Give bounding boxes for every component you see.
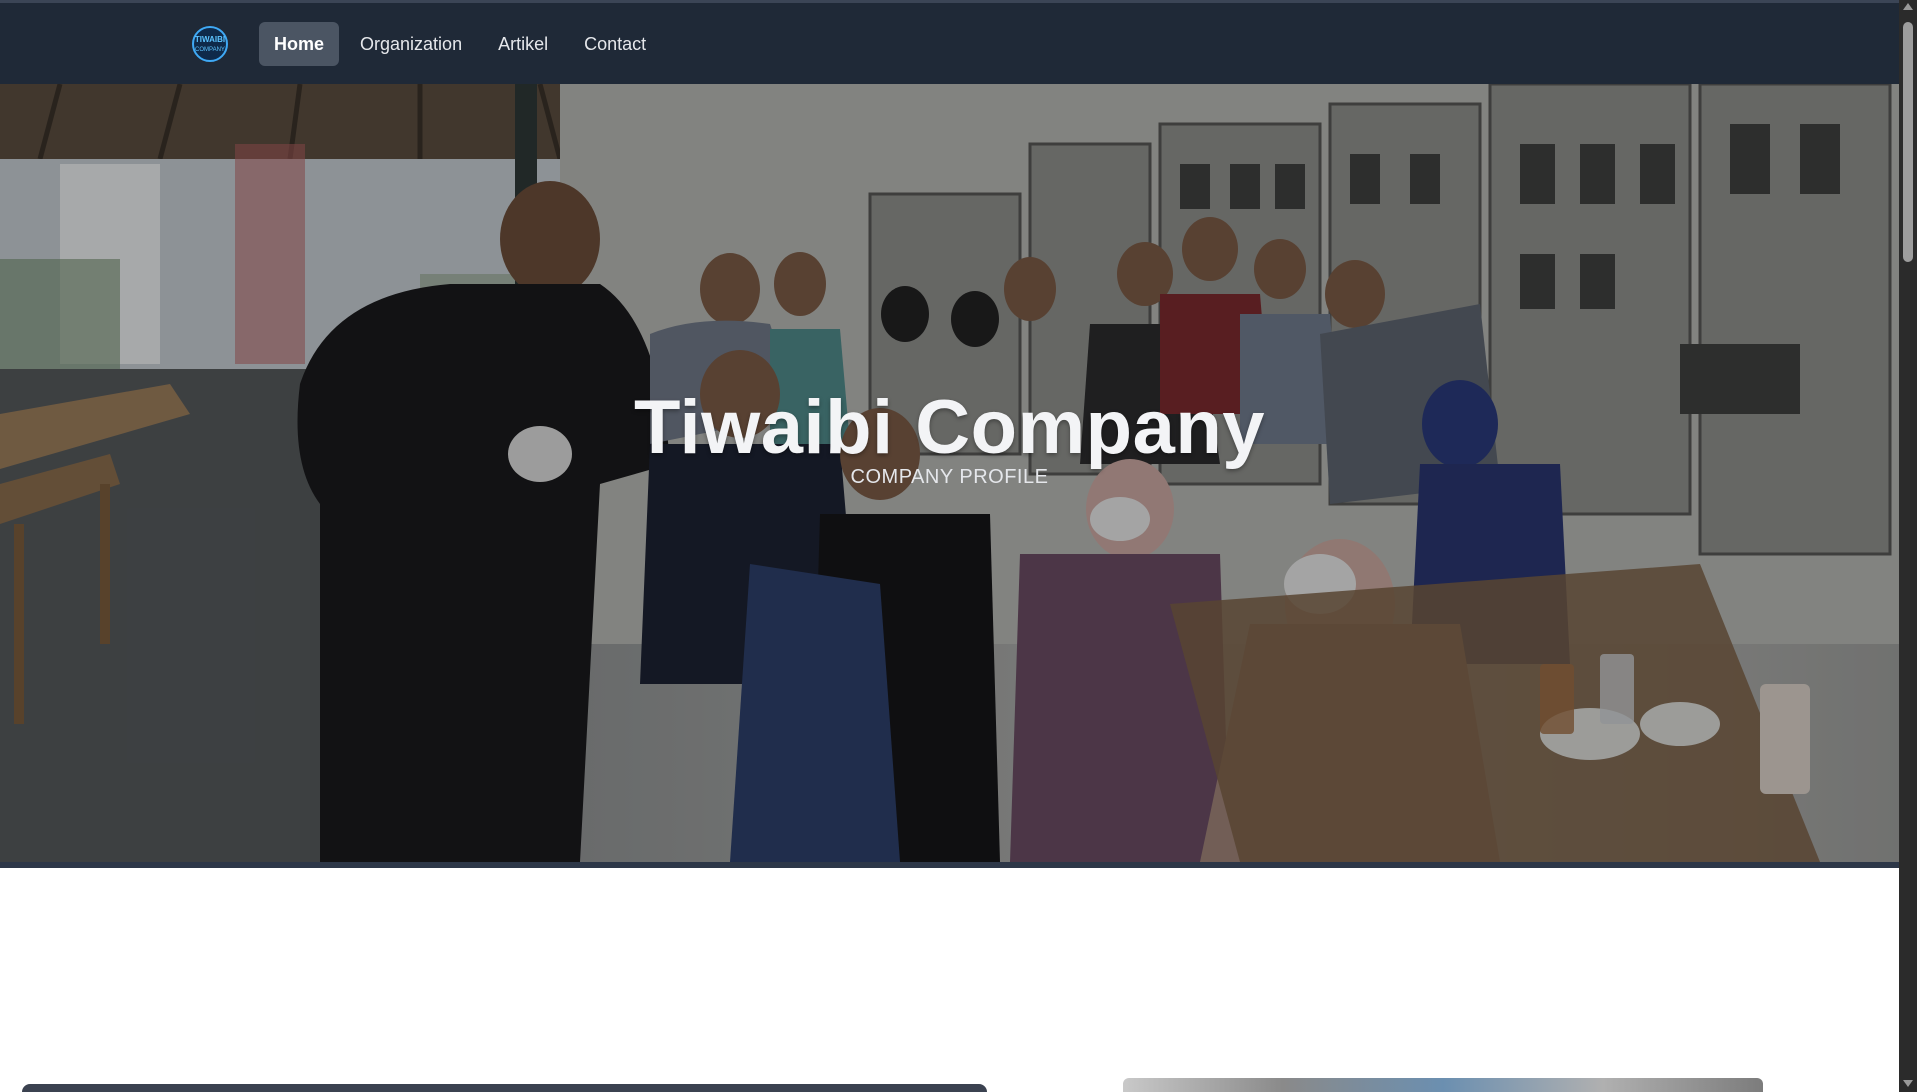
nav-menu: Home Organization Artikel Contact — [259, 22, 661, 66]
hero-subtitle: COMPANY PROFILE — [850, 466, 1049, 488]
scrollbar-thumb[interactable] — [1903, 22, 1913, 262]
page-viewport: TIWAIBI COMPANY Home Organization Artike… — [0, 0, 1899, 1092]
vertical-scrollbar[interactable] — [1899, 0, 1917, 1092]
nav-item-home[interactable]: Home — [259, 22, 340, 66]
hero-banner: Tiwaibi Company COMPANY PROFILE — [0, 84, 1899, 862]
hero-title: Tiwaibi Company — [633, 385, 1266, 470]
nav-item-organization[interactable]: Organization — [345, 22, 477, 66]
company-logo[interactable]: TIWAIBI COMPANY — [190, 24, 230, 64]
content-card-peek — [22, 1084, 987, 1092]
content-image-peek — [1123, 1078, 1763, 1092]
nav-item-artikel[interactable]: Artikel — [483, 22, 563, 66]
navbar: TIWAIBI COMPANY Home Organization Artike… — [0, 0, 1899, 84]
scroll-up-arrow-icon[interactable] — [1903, 3, 1913, 10]
scroll-down-arrow-icon[interactable] — [1903, 1080, 1913, 1087]
hero-bottom-band — [0, 862, 1899, 868]
svg-text:TIWAIBI: TIWAIBI — [195, 35, 225, 44]
svg-text:COMPANY: COMPANY — [195, 47, 225, 53]
logo-icon: TIWAIBI COMPANY — [192, 26, 228, 62]
nav-item-contact[interactable]: Contact — [569, 22, 661, 66]
